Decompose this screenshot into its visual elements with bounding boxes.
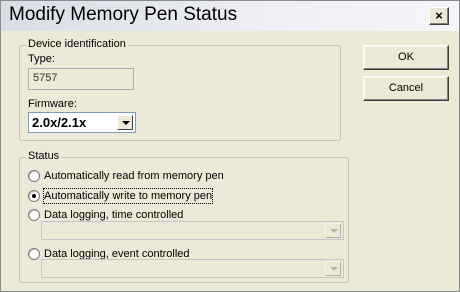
cancel-button-label: Cancel [388,82,424,94]
type-label: Type: [28,53,55,65]
firmware-value: 2.0x/2.1x [32,115,87,130]
radio-button[interactable] [28,190,40,202]
window-title: Modify Memory Pen Status [9,4,238,25]
close-icon: × [435,8,443,23]
firmware-dropdown[interactable]: 2.0x/2.1x [28,112,136,133]
ok-button[interactable]: OK [363,45,449,70]
radio-auto-read-label: Automatically read from memory pen [44,170,224,182]
close-button[interactable]: × [429,7,449,25]
firmware-label: Firmware: [28,98,77,110]
time-logging-dropdown[interactable] [41,221,344,240]
type-value: 5757 [33,72,58,84]
radio-button[interactable] [28,209,40,221]
dialog-window: Modify Memory Pen Status × Device identi… [0,0,460,292]
title-bar[interactable]: Modify Memory Pen Status × [1,1,459,31]
event-logging-dropdown[interactable] [41,259,344,278]
radio-auto-write-label: Automatically write to memory pen [42,188,214,204]
chevron-down-icon[interactable] [325,223,341,238]
chevron-down-icon[interactable] [325,261,341,276]
cancel-button[interactable]: Cancel [363,76,449,101]
radio-button[interactable] [28,248,40,260]
radio-time-logging-label: Data logging, time controlled [44,209,184,221]
ok-button-label: OK [398,51,414,63]
status-group-label: Status [26,150,62,162]
radio-button[interactable] [28,170,40,182]
type-field: 5757 [28,68,134,90]
device-identification-label: Device identification [26,38,128,50]
chevron-down-icon[interactable] [117,115,133,130]
